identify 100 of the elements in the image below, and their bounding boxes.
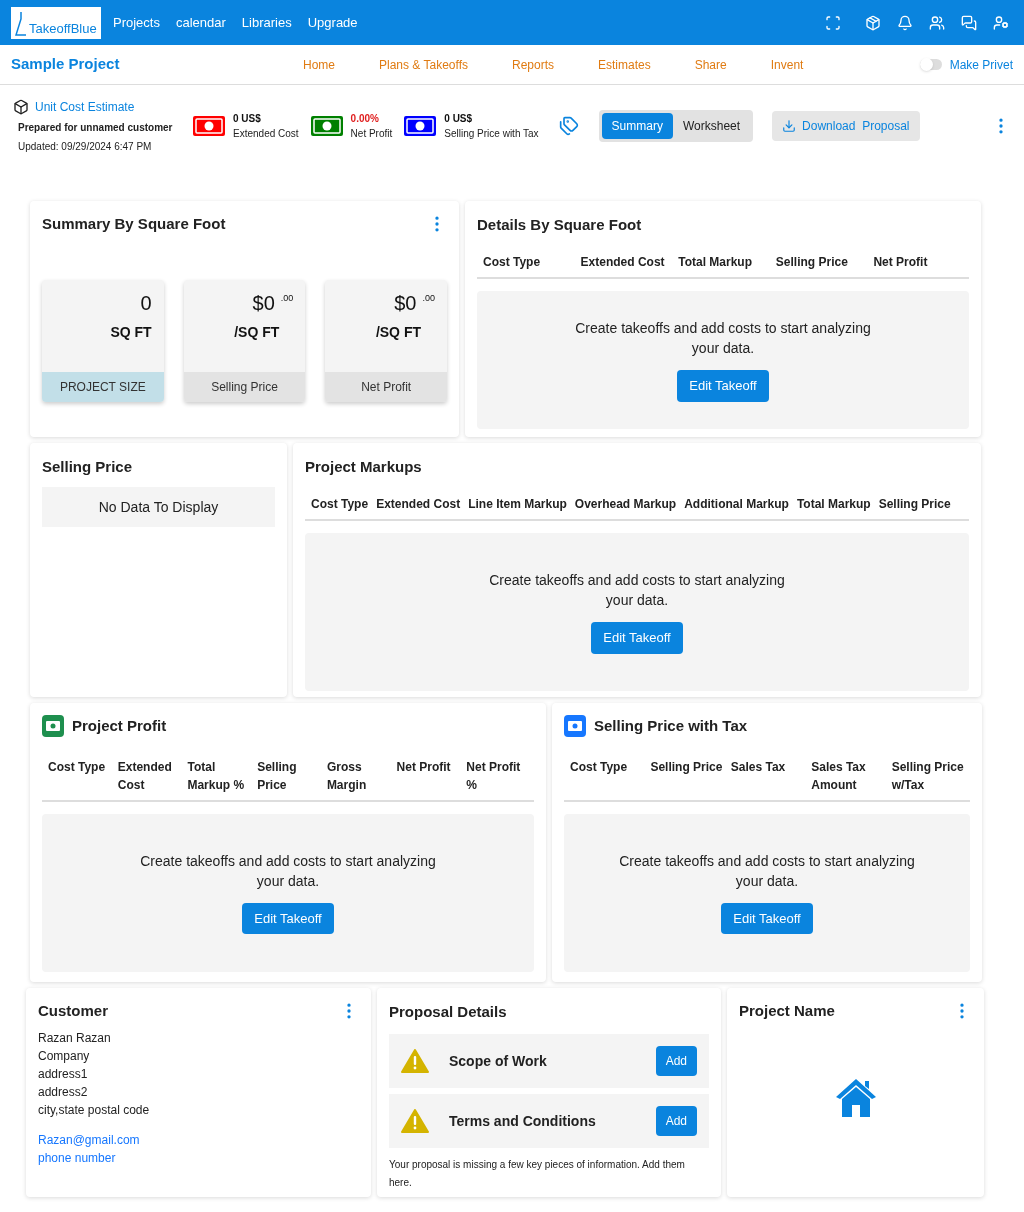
nav-link[interactable]: Projects: [113, 12, 160, 33]
user-settings-icon[interactable]: [993, 14, 1009, 31]
money-icon: [193, 115, 225, 136]
chat-icon[interactable]: [961, 14, 977, 31]
card-title: Customer: [38, 1001, 108, 1021]
column-header: Extended Cost: [376, 496, 461, 513]
edit-takeoff-button[interactable]: Edit Takeoff: [242, 902, 334, 935]
box-icon[interactable]: [865, 14, 881, 31]
project-tab[interactable]: Share: [672, 55, 749, 74]
card-title: Project Markups: [305, 458, 422, 475]
view-tab[interactable]: Worksheet: [672, 112, 751, 139]
column-header: Total Markup: [678, 254, 753, 271]
warning-icon: [401, 1049, 429, 1073]
column-header: Sales Tax Amount: [811, 758, 867, 794]
toggle-label: Make Privet: [949, 56, 1013, 74]
card-title: Project Name: [739, 1001, 835, 1021]
users-icon[interactable]: [929, 14, 945, 31]
notification-icon[interactable]: [897, 14, 913, 31]
card-title: Selling Price: [42, 458, 133, 475]
metric-value: 0: [140, 290, 152, 316]
empty-message: Create takeoffs and add costs to start analyzing your data.: [488, 571, 786, 611]
proposal-item-label: Scope of Work: [449, 1051, 547, 1071]
proposal-item-label: Terms and Conditions: [449, 1111, 596, 1131]
card-title: Summary By Square Foot: [42, 214, 226, 234]
privacy-toggle[interactable]: [919, 59, 942, 70]
metric-unit: /SQ FT: [234, 322, 280, 342]
metric-cents: .00: [280, 291, 294, 305]
tag-icon[interactable]: [558, 115, 579, 136]
empty-message: Create takeoffs and add costs to start analyzing your data.: [574, 319, 872, 359]
stat-value: 0 US$: [444, 111, 474, 126]
column-header: Overhead Markup: [574, 496, 677, 513]
project-tab[interactable]: Reports: [489, 55, 576, 74]
customer-detail: Razan Razan: [38, 1029, 112, 1047]
stat-label: Extended Cost: [233, 126, 299, 141]
customer-detail: address2: [38, 1083, 89, 1101]
column-header: Net Profit: [396, 758, 452, 776]
metric-unit: /SQ FT: [375, 322, 421, 342]
customer-detail: city,state postal code: [38, 1101, 151, 1119]
metric-label: Selling Price: [183, 371, 306, 402]
metric-unit: SQ FT: [110, 322, 152, 342]
updated-date: Updated: 09/29/2024 6:47 PM: [18, 139, 153, 154]
column-header: Line Item Markup: [468, 496, 567, 513]
column-header: Cost Type: [570, 758, 629, 776]
stat-label: Selling Price with Tax: [444, 126, 539, 141]
view-tab[interactable]: Summary: [601, 112, 673, 139]
column-header: Gross Margin: [326, 758, 368, 794]
column-header: Total Markup: [796, 496, 871, 513]
cube-icon: [13, 98, 29, 115]
download-icon: [782, 118, 797, 133]
column-header: Net Profit %: [466, 758, 522, 794]
project-tab[interactable]: Plans & Takeoffs: [357, 55, 490, 74]
column-header: Sales Tax: [730, 758, 787, 776]
metric-value: $0: [252, 290, 275, 316]
project-tab[interactable]: Estimates: [576, 55, 673, 74]
add-button[interactable]: Add: [655, 1106, 697, 1136]
metric-value: $0: [394, 290, 417, 316]
project-title: Sample Project: [11, 54, 121, 75]
stat-value: 0 US$: [233, 111, 262, 126]
column-header: Selling Price: [878, 496, 951, 513]
project-tab[interactable]: Home: [281, 55, 357, 74]
empty-message: Create takeoffs and add costs to start analyzing your data.: [139, 851, 437, 891]
download-proposal-button[interactable]: Download Proposal: [772, 110, 920, 141]
logo-text: TakeoffBlue: [29, 19, 97, 38]
money-icon: [42, 715, 64, 738]
customer-detail: Company: [38, 1047, 91, 1065]
money-icon: [564, 715, 586, 738]
empty-message: Create takeoffs and add costs to start analyzing your data.: [618, 851, 916, 891]
phone-link[interactable]: phone number: [38, 1148, 359, 1167]
prepared-for: Prepared for unnamed customer: [18, 120, 174, 135]
card-title: Selling Price with Tax: [594, 716, 748, 736]
column-header: Selling Price: [257, 758, 298, 794]
nav-link[interactable]: calendar: [175, 12, 226, 33]
card-title: Details By Square Foot: [477, 216, 642, 233]
column-header: Extended Cost: [117, 758, 173, 794]
fullscreen-icon[interactable]: [825, 14, 841, 31]
column-header: Cost Type: [483, 254, 542, 271]
edit-takeoff-button[interactable]: Edit Takeoff: [721, 902, 813, 935]
column-header: Selling Price w/Tax: [891, 758, 965, 794]
warning-icon: [401, 1109, 429, 1133]
edit-takeoff-button[interactable]: Edit Takeoff: [677, 370, 769, 402]
email-link[interactable]: Razan@gmail.com: [38, 1130, 359, 1149]
metric-label: Net Profit: [325, 371, 447, 402]
edit-takeoff-button[interactable]: Edit Takeoff: [591, 622, 683, 654]
project-tab[interactable]: Invent: [748, 55, 826, 74]
column-header: Cost Type: [311, 496, 369, 513]
add-button[interactable]: Add: [655, 1046, 697, 1076]
stat-label: Net Profit: [350, 126, 393, 141]
card-title: Project Profit: [72, 716, 167, 736]
nav-link[interactable]: Upgrade: [307, 12, 358, 33]
column-header: Selling Price: [650, 758, 723, 776]
customer-detail: address1: [38, 1065, 89, 1083]
column-header: Cost Type: [48, 758, 107, 776]
money-icon: [310, 115, 343, 136]
estimate-link[interactable]: Unit Cost Estimate: [35, 97, 135, 116]
empty-message: No Data To Display: [98, 498, 219, 517]
column-header: Additional Markup: [684, 496, 789, 513]
nav-link[interactable]: Libraries: [241, 12, 292, 33]
logo[interactable]: TakeoffBlue: [11, 6, 101, 39]
column-header: Selling Price: [775, 254, 849, 271]
metric-label: PROJECT SIZE: [42, 371, 164, 402]
